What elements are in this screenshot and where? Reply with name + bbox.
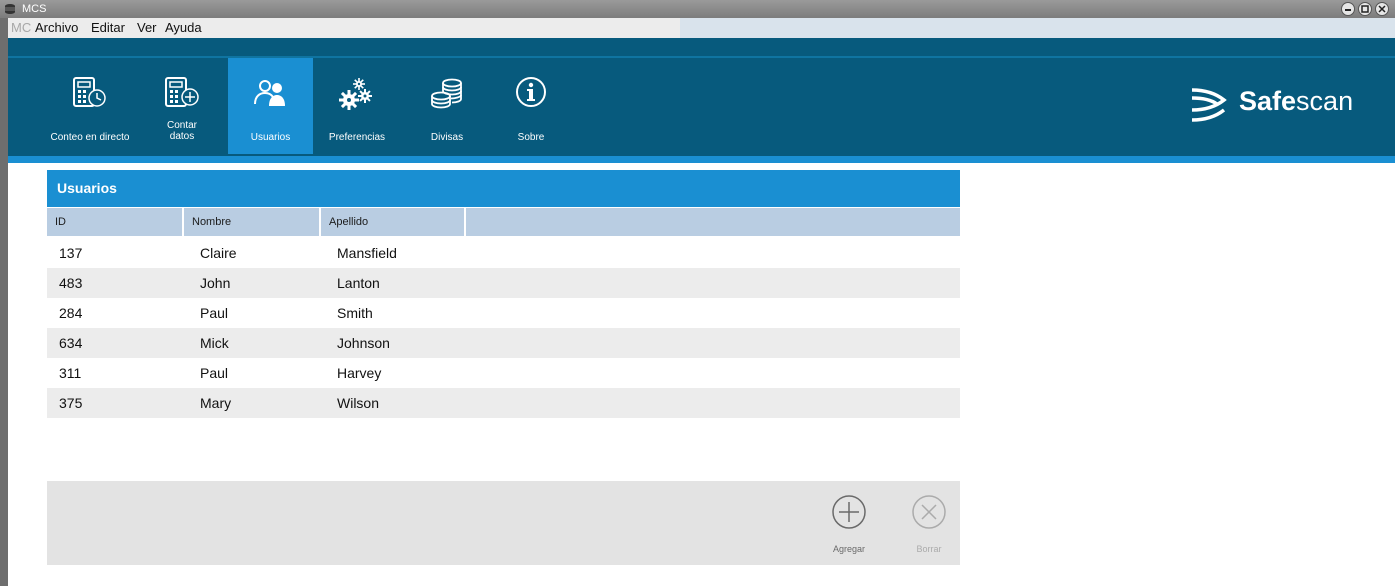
cell-nombre: Claire <box>200 245 237 261</box>
table-row[interactable]: 137 Claire Mansfield <box>47 238 960 268</box>
cell-id: 634 <box>59 335 83 351</box>
info-icon <box>516 77 546 107</box>
calculator-clock-icon <box>73 77 106 107</box>
nav-divisas[interactable]: Divisas <box>408 58 486 154</box>
action-footer: Agregar Borrar <box>47 481 960 565</box>
minimize-icon <box>1345 9 1351 11</box>
table-row[interactable]: 284 Paul Smith <box>47 298 960 328</box>
table-row[interactable]: 311 Paul Harvey <box>47 358 960 388</box>
menu-ver[interactable]: Ver <box>137 18 157 38</box>
window-title: MCS <box>22 3 47 15</box>
brand-text: Safescan <box>1239 86 1354 116</box>
delete-user-label: Borrar <box>916 544 942 554</box>
delete-circle-icon <box>912 495 946 529</box>
add-circle-icon <box>832 495 866 529</box>
column-header-apellido[interactable]: Apellido <box>321 208 466 236</box>
menu-bar: MC Archivo Editar Ver Ayuda <box>8 18 1395 38</box>
nav-label: Sobre <box>517 132 545 143</box>
nav-conteo-en-directo[interactable]: Conteo en directo <box>40 58 140 154</box>
cell-nombre: Mick <box>200 335 229 351</box>
nav-sobre[interactable]: Sobre <box>496 58 566 154</box>
coins-icon <box>431 78 462 109</box>
add-user-label: Agregar <box>832 544 866 554</box>
cell-apellido: Harvey <box>337 365 382 381</box>
column-header-nombre[interactable]: Nombre <box>184 208 321 236</box>
cell-nombre: Paul <box>200 305 229 321</box>
safescan-logo-icon <box>1191 88 1227 122</box>
cell-id: 137 <box>59 245 83 261</box>
close-button[interactable] <box>1375 2 1389 16</box>
nav-label: Conteo en directo <box>50 132 130 143</box>
cell-nombre: Paul <box>200 365 229 381</box>
cell-nombre: Mary <box>200 395 232 411</box>
cell-nombre: John <box>200 275 231 291</box>
calculator-plus-icon <box>165 77 199 107</box>
table-header: ID Nombre Apellido <box>47 208 960 236</box>
table-row[interactable]: 375 Mary Wilson <box>47 388 960 418</box>
menu-mc: MC <box>11 20 32 35</box>
ribbon-strip <box>8 56 1395 58</box>
cell-apellido: Smith <box>337 305 373 321</box>
users-table-body: 137 Claire Mansfield 483 John Lanton 284… <box>47 238 960 418</box>
cell-apellido: Wilson <box>337 395 380 411</box>
add-user-button[interactable]: Agregar <box>824 494 874 558</box>
cell-apellido: Johnson <box>337 335 390 351</box>
nav-label: Usuarios <box>250 132 291 143</box>
nav-label: Contar datos <box>167 120 198 142</box>
maximize-icon <box>1361 5 1369 13</box>
nav-contar-datos[interactable]: Contar datos <box>148 58 216 154</box>
menu-bar-filler <box>680 18 1395 38</box>
column-header-id[interactable]: ID <box>47 208 184 236</box>
close-icon <box>1378 5 1386 13</box>
users-icon <box>253 80 285 106</box>
gears-icon <box>339 78 372 110</box>
nav-label: Divisas <box>430 132 464 143</box>
menu-ayuda[interactable]: Ayuda <box>165 18 202 38</box>
ribbon-accent-line <box>8 156 1395 163</box>
title-bar[interactable]: MCS <box>0 0 1395 18</box>
table-row[interactable]: 483 John Lanton <box>47 268 960 298</box>
app-window: MCS MC Archivo Editar Ver Ayuda Conteo e… <box>0 0 1395 586</box>
table-row[interactable]: 634 Mick Johnson <box>47 328 960 358</box>
cell-id: 284 <box>59 305 83 321</box>
cell-apellido: Mansfield <box>337 245 397 261</box>
maximize-button[interactable] <box>1358 2 1372 16</box>
minimize-button[interactable] <box>1341 2 1355 16</box>
menu-editar[interactable]: Editar <box>91 18 125 38</box>
menu-archivo[interactable]: Archivo <box>35 18 78 38</box>
app-icon <box>5 4 15 14</box>
delete-user-button[interactable]: Borrar <box>904 494 954 558</box>
cell-apellido: Lanton <box>337 275 380 291</box>
cell-id: 483 <box>59 275 83 291</box>
nav-preferencias[interactable]: Preferencias <box>318 58 396 154</box>
panel-title: Usuarios <box>47 170 960 207</box>
cell-id: 311 <box>59 365 82 381</box>
cell-id: 375 <box>59 395 83 411</box>
nav-usuarios[interactable]: Usuarios <box>228 58 313 154</box>
nav-label: Preferencias <box>328 132 386 143</box>
